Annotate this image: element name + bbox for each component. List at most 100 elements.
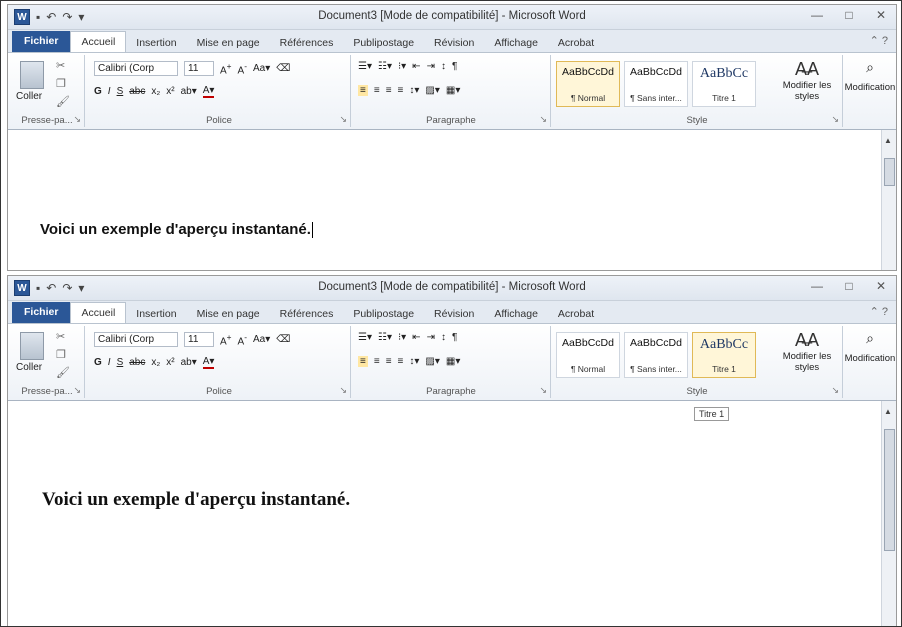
- tab-affichage[interactable]: Affichage: [484, 305, 548, 323]
- line-spacing-icon[interactable]: ↕▾: [409, 356, 419, 367]
- grow-font-icon[interactable]: A+: [220, 61, 232, 76]
- underline-icon[interactable]: S: [117, 86, 124, 97]
- change-case-icon[interactable]: Aa▾: [253, 334, 270, 345]
- document-paragraph[interactable]: Voici un exemple d'aperçu instantané.: [42, 489, 350, 511]
- vertical-scrollbar[interactable]: ▲: [881, 130, 896, 270]
- bold-icon[interactable]: G: [94, 86, 102, 97]
- tab-references[interactable]: Références: [270, 34, 344, 52]
- numbering-icon[interactable]: ☷▾: [378, 61, 392, 72]
- minimize-icon[interactable]: —: [808, 8, 826, 22]
- font-size-combo[interactable]: 11: [184, 332, 214, 348]
- tab-affichage[interactable]: Affichage: [484, 34, 548, 52]
- close-icon[interactable]: ✕: [872, 279, 890, 293]
- change-styles-button[interactable]: A̶A Modifier les styles: [778, 59, 836, 102]
- tab-insertion[interactable]: Insertion: [126, 34, 186, 52]
- scroll-thumb[interactable]: [884, 158, 895, 186]
- document-paragraph[interactable]: Voici un exemple d'aperçu instantané.: [40, 221, 313, 239]
- tab-publipostage[interactable]: Publipostage: [343, 34, 424, 52]
- align-right-icon[interactable]: ≡: [386, 85, 392, 96]
- minimize-icon[interactable]: —: [808, 279, 826, 293]
- tab-revision[interactable]: Révision: [424, 305, 484, 323]
- dialog-launcher-icon[interactable]: ↘: [539, 385, 547, 396]
- justify-icon[interactable]: ≡: [398, 85, 404, 96]
- style-normal[interactable]: AaBbCcDd ¶ Normal: [556, 61, 620, 107]
- subscript-icon[interactable]: x₂: [151, 357, 160, 368]
- tab-revision[interactable]: Révision: [424, 34, 484, 52]
- bullets-icon[interactable]: ☰▾: [358, 61, 372, 72]
- align-center-icon[interactable]: ≡: [374, 85, 380, 96]
- paste-icon[interactable]: [20, 332, 44, 360]
- grow-font-icon[interactable]: A+: [220, 332, 232, 347]
- style-sans-interligne[interactable]: AaBbCcDd ¶ Sans inter...: [624, 61, 688, 107]
- shading-icon[interactable]: ▨▾: [425, 356, 439, 367]
- tab-fichier[interactable]: Fichier: [12, 302, 71, 323]
- multilevel-icon[interactable]: ⁝▾: [398, 332, 406, 343]
- decrease-indent-icon[interactable]: ⇤: [412, 61, 420, 72]
- style-normal[interactable]: AaBbCcDd ¶ Normal: [556, 332, 620, 378]
- decrease-indent-icon[interactable]: ⇤: [412, 332, 420, 343]
- shrink-font-icon[interactable]: A-: [238, 332, 247, 347]
- align-left-icon[interactable]: ≡: [358, 85, 368, 96]
- style-titre-1[interactable]: AaBbCc Titre 1: [692, 332, 756, 378]
- document-area[interactable]: Titre 1 Voici un exemple d'aperçu instan…: [8, 401, 896, 626]
- borders-icon[interactable]: ▦▾: [446, 356, 460, 367]
- cut-icon[interactable]: ✂: [56, 330, 65, 343]
- font-size-combo[interactable]: 11: [184, 61, 214, 77]
- tab-mise-en-page[interactable]: Mise en page: [187, 34, 270, 52]
- shrink-font-icon[interactable]: A-: [238, 61, 247, 76]
- tab-acrobat[interactable]: Acrobat: [548, 34, 604, 52]
- sort-icon[interactable]: ↕: [441, 61, 446, 72]
- change-case-icon[interactable]: Aa▾: [253, 63, 270, 74]
- tab-publipostage[interactable]: Publipostage: [343, 305, 424, 323]
- multilevel-icon[interactable]: ⁝▾: [398, 61, 406, 72]
- highlight-icon[interactable]: ab▾: [181, 357, 197, 368]
- paste-button-label[interactable]: Coller: [16, 362, 42, 373]
- subscript-icon[interactable]: x₂: [151, 86, 160, 97]
- increase-indent-icon[interactable]: ⇥: [427, 61, 435, 72]
- superscript-icon[interactable]: x²: [166, 86, 174, 97]
- clear-format-icon[interactable]: ⌫: [276, 63, 290, 74]
- change-styles-button[interactable]: A̶A Modifier les styles: [778, 330, 836, 373]
- document-area[interactable]: Voici un exemple d'aperçu instantané. ▲: [8, 130, 896, 270]
- scroll-up-icon[interactable]: ▲: [884, 136, 892, 145]
- align-left-icon[interactable]: ≡: [358, 356, 368, 367]
- copy-icon[interactable]: ❐: [56, 77, 66, 90]
- dialog-launcher-icon[interactable]: ↘: [339, 385, 347, 396]
- show-marks-icon[interactable]: ¶: [452, 332, 457, 343]
- clear-format-icon[interactable]: ⌫: [276, 334, 290, 345]
- tab-references[interactable]: Références: [270, 305, 344, 323]
- bullets-icon[interactable]: ☰▾: [358, 332, 372, 343]
- font-name-combo[interactable]: Calibri (Corp: [94, 332, 178, 348]
- italic-icon[interactable]: I: [108, 357, 111, 368]
- cut-icon[interactable]: ✂: [56, 59, 65, 72]
- dialog-launcher-icon[interactable]: ↘: [339, 114, 347, 125]
- font-color-icon[interactable]: A▾: [202, 356, 215, 369]
- help-icon[interactable]: ⌃ ?: [870, 34, 888, 47]
- dialog-launcher-icon[interactable]: ↘: [831, 114, 839, 125]
- tab-fichier[interactable]: Fichier: [12, 31, 71, 52]
- vertical-scrollbar[interactable]: ▲: [881, 401, 896, 626]
- bold-icon[interactable]: G: [94, 357, 102, 368]
- highlight-icon[interactable]: ab▾: [181, 86, 197, 97]
- tab-mise-en-page[interactable]: Mise en page: [187, 305, 270, 323]
- editing-button[interactable]: ⌕ Modification: [844, 55, 896, 127]
- dialog-launcher-icon[interactable]: ↘: [73, 114, 81, 125]
- tab-acrobat[interactable]: Acrobat: [548, 305, 604, 323]
- maximize-icon[interactable]: □: [840, 279, 858, 293]
- dialog-launcher-icon[interactable]: ↘: [831, 385, 839, 396]
- help-icon[interactable]: ⌃ ?: [870, 305, 888, 318]
- underline-icon[interactable]: S: [117, 357, 124, 368]
- editing-button[interactable]: ⌕ Modification: [844, 326, 896, 398]
- strikethrough-icon[interactable]: abc: [129, 86, 145, 97]
- font-name-combo[interactable]: Calibri (Corp: [94, 61, 178, 77]
- dialog-launcher-icon[interactable]: ↘: [539, 114, 547, 125]
- copy-icon[interactable]: ❐: [56, 348, 66, 361]
- format-painter-icon[interactable]: 🖌: [56, 95, 70, 108]
- maximize-icon[interactable]: □: [840, 8, 858, 22]
- italic-icon[interactable]: I: [108, 86, 111, 97]
- align-center-icon[interactable]: ≡: [374, 356, 380, 367]
- scroll-up-icon[interactable]: ▲: [884, 407, 892, 416]
- show-marks-icon[interactable]: ¶: [452, 61, 457, 72]
- tab-accueil[interactable]: Accueil: [70, 302, 127, 323]
- style-sans-interligne[interactable]: AaBbCcDd ¶ Sans inter...: [624, 332, 688, 378]
